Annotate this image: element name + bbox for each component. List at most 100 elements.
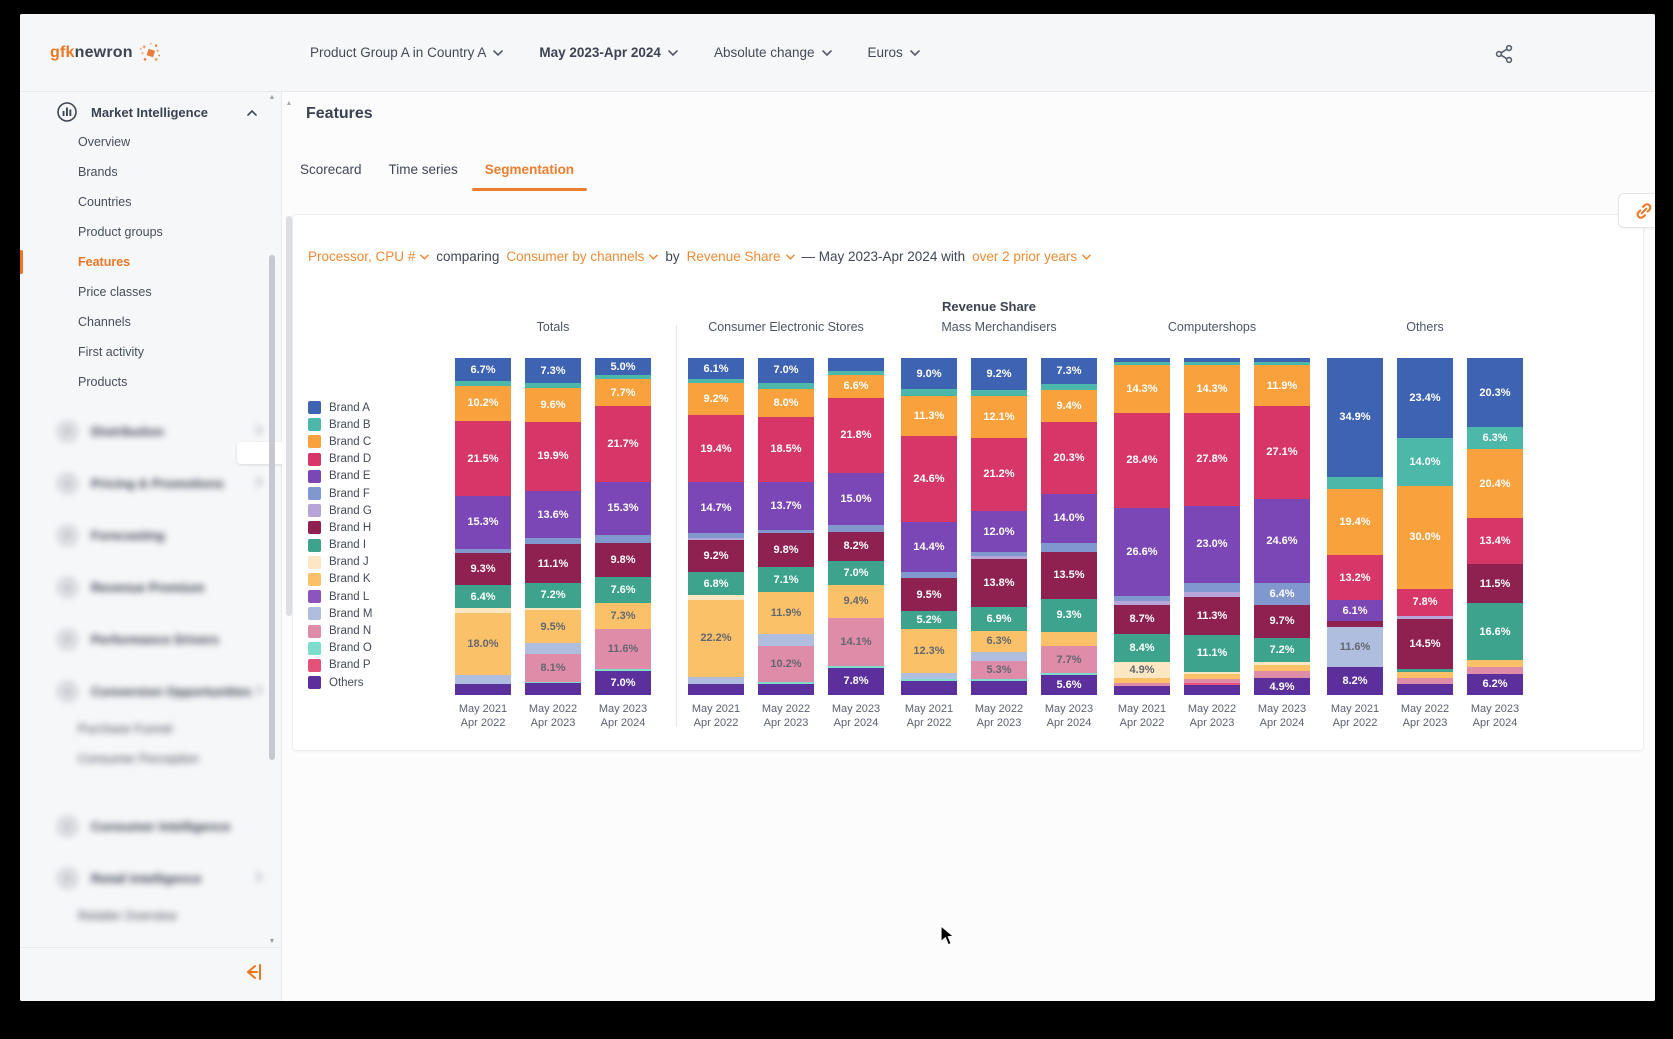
legend-item-brand-b[interactable]: Brand B [308,416,372,433]
bar-segment-brand-h[interactable]: 11.3% [1184,596,1240,635]
bar-segment-others[interactable]: 8.2% [1327,667,1383,695]
legend-item-brand-p[interactable]: Brand P [308,657,372,674]
sidebar-item-first-activity[interactable]: First activity [20,337,282,367]
stacked-bar-totals-1[interactable]: 6.7% 10.2% 21.5% 15.3% 9.3% 6.4% 18.0% [455,358,511,695]
legend-item-brand-n[interactable]: Brand N [308,622,372,639]
bar-segment-brand-i[interactable]: 7.1% [758,567,814,593]
legend-item-brand-m[interactable]: Brand M [308,605,372,622]
bar-segment-brand-c[interactable]: 9.6% [525,388,581,422]
bar-segment-brand-a[interactable]: 20.3% [1467,358,1523,428]
legend-item-brand-f[interactable]: Brand F [308,485,372,502]
bar-segment-brand-e[interactable]: 26.6% [1114,507,1170,597]
bar-segment-brand-b[interactable]: 14.0% [1397,438,1453,487]
chart-filter-consumer-by-channels[interactable]: Consumer by channels [506,249,659,264]
sidebar-item-purchase-funnel[interactable]: Purchase Funnel [20,714,282,744]
bar-segment-brand-d[interactable]: 21.2% [971,437,1027,511]
bar-segment-brand-k[interactable]: 9.4% [828,584,884,618]
legend-item-others[interactable]: Others [308,674,372,691]
bar-segment-brand-n[interactable]: 10.2% [758,646,814,683]
bar-segment-brand-a[interactable]: 34.9% [1327,358,1383,477]
bar-segment-brand-b[interactable] [901,389,957,397]
bar-segment-brand-e[interactable]: 13.7% [758,481,814,531]
stacked-bar-others-3[interactable]: 20.3% 6.3% 20.4% 13.4% 11.5% 16.6% 6.2% [1467,358,1523,695]
logo[interactable]: gfknewron [20,42,282,64]
bar-segment-brand-k[interactable]: 18.0% [455,612,511,676]
stacked-bar-totals-3[interactable]: 5.0% 7.7% 21.7% 15.3% 9.8% 7.6% 7.3% 11.6% 7.0% [595,358,651,695]
bar-segment-brand-h[interactable]: 11.1% [525,544,581,583]
bar-segment-brand-h[interactable]: 9.2% [688,539,744,572]
bar-segment-brand-i[interactable]: 9.3% [1041,598,1097,632]
legend-item-brand-e[interactable]: Brand E [308,468,372,485]
bar-segment-brand-n[interactable]: 5.3% [971,661,1027,680]
bar-segment-brand-i[interactable]: 6.9% [971,606,1027,631]
share-icon[interactable] [1490,40,1518,68]
bar-segment-brand-h[interactable]: 9.5% [901,578,957,612]
bar-segment-brand-n[interactable]: 14.1% [828,617,884,667]
stacked-bar-consumer-electronic-stores-1[interactable]: 6.1% 9.2% 19.4% 14.7% 9.2% 6.8% 22.2% [688,358,744,695]
bar-segment-brand-e[interactable]: 15.3% [595,481,651,535]
bar-segment-brand-m[interactable] [688,676,744,685]
sidebar-item-brands[interactable]: Brands [20,157,282,187]
sidebar-item-product-groups[interactable]: Product groups [20,217,282,247]
bar-segment-brand-f[interactable] [828,525,884,533]
bar-segment-brand-h[interactable]: 13.8% [971,559,1027,607]
bar-segment-brand-f[interactable] [595,535,651,543]
bar-segment-brand-d[interactable]: 27.8% [1184,412,1240,506]
bar-segment-brand-c[interactable]: 30.0% [1397,486,1453,589]
bar-segment-brand-d[interactable]: 21.5% [455,421,511,496]
bar-segment-brand-m[interactable] [455,675,511,684]
stacked-bar-others-2[interactable]: 23.4% 14.0% 30.0% 7.8% 14.5% [1397,358,1453,695]
bar-segment-brand-n[interactable]: 8.1% [525,653,581,682]
bar-segment-brand-k[interactable]: 7.3% [595,603,651,629]
bar-segment-brand-m[interactable] [901,672,957,680]
bar-segment-brand-h[interactable]: 9.8% [595,542,651,577]
bar-segment-brand-e[interactable]: 14.4% [901,521,957,573]
sidebar-item-price-classes[interactable]: Price classes [20,277,282,307]
sidebar-section-conversion-opportunities[interactable]: Conversion Opportunities [20,665,282,717]
bar-segment-brand-k[interactable]: 12.3% [901,629,957,673]
bar-segment-others[interactable] [901,680,957,695]
sidebar-scrollbar[interactable]: ▲ ▼ [268,94,276,946]
legend-item-brand-i[interactable]: Brand I [308,537,372,554]
bar-segment-brand-i[interactable]: 6.4% [455,585,511,608]
bar-segment-brand-c[interactable]: 7.7% [595,379,651,407]
global-filter-euros[interactable]: Euros [868,45,920,60]
legend-item-brand-k[interactable]: Brand K [308,571,372,588]
stacked-bar-computershops-1[interactable]: 14.3% 28.4% 26.6% 8.7% 8.4% 4.9% [1114,358,1170,695]
bar-segment-brand-b[interactable]: 6.3% [1467,427,1523,449]
bar-segment-others[interactable] [1397,684,1453,695]
bar-segment-brand-a[interactable]: 9.0% [901,358,957,390]
bar-segment-brand-i[interactable]: 7.0% [828,560,884,585]
bar-segment-brand-d[interactable]: 13.2% [1327,555,1383,601]
bar-segment-brand-a[interactable] [828,358,884,372]
bar-segment-brand-k[interactable]: 9.5% [525,609,581,644]
bar-segment-brand-b[interactable] [1327,476,1383,490]
sidebar-section-pricing-promotions[interactable]: Pricing & Promotions [20,457,282,509]
bar-segment-brand-d[interactable]: 13.4% [1467,518,1523,565]
scrollbar-thumb[interactable] [269,255,275,760]
chart-filter-processor-cpu[interactable]: Processor, CPU # [308,249,430,264]
legend-item-brand-c[interactable]: Brand C [308,433,372,450]
bar-segment-brand-h[interactable]: 11.5% [1467,564,1523,604]
tab-time-series[interactable]: Time series [376,154,471,189]
bar-segment-brand-m[interactable]: 11.6% [1327,627,1383,667]
chart-filter-over-2-prior-years[interactable]: over 2 prior years [972,249,1091,264]
bar-segment-brand-n[interactable]: 7.7% [1041,646,1097,674]
bar-segment-brand-a[interactable]: 6.7% [455,358,511,382]
legend-item-brand-l[interactable]: Brand L [308,588,372,605]
bar-segment-brand-h[interactable]: 13.5% [1041,551,1097,599]
bar-segment-brand-i[interactable]: 7.6% [595,576,651,604]
bar-segment-brand-c[interactable]: 10.2% [455,385,511,422]
bar-segment-brand-i[interactable]: 8.4% [1114,633,1170,662]
bar-segment-brand-f[interactable] [1041,542,1097,552]
bar-segment-brand-n[interactable] [1254,670,1310,679]
bar-segment-brand-c[interactable]: 9.4% [1041,389,1097,423]
bar-segment-brand-d[interactable]: 21.8% [828,397,884,474]
sidebar-section-forecasting[interactable]: Forecasting [20,509,282,561]
bar-segment-brand-m[interactable] [758,634,814,647]
bar-segment-brand-c[interactable]: 9.2% [688,383,744,416]
bar-segment-brand-d[interactable]: 20.3% [1041,422,1097,494]
bar-segment-brand-e[interactable]: 24.6% [1254,498,1310,583]
tab-segmentation[interactable]: Segmentation [471,154,588,191]
sidebar-section-performance-drivers[interactable]: Performance Drivers [20,613,282,665]
